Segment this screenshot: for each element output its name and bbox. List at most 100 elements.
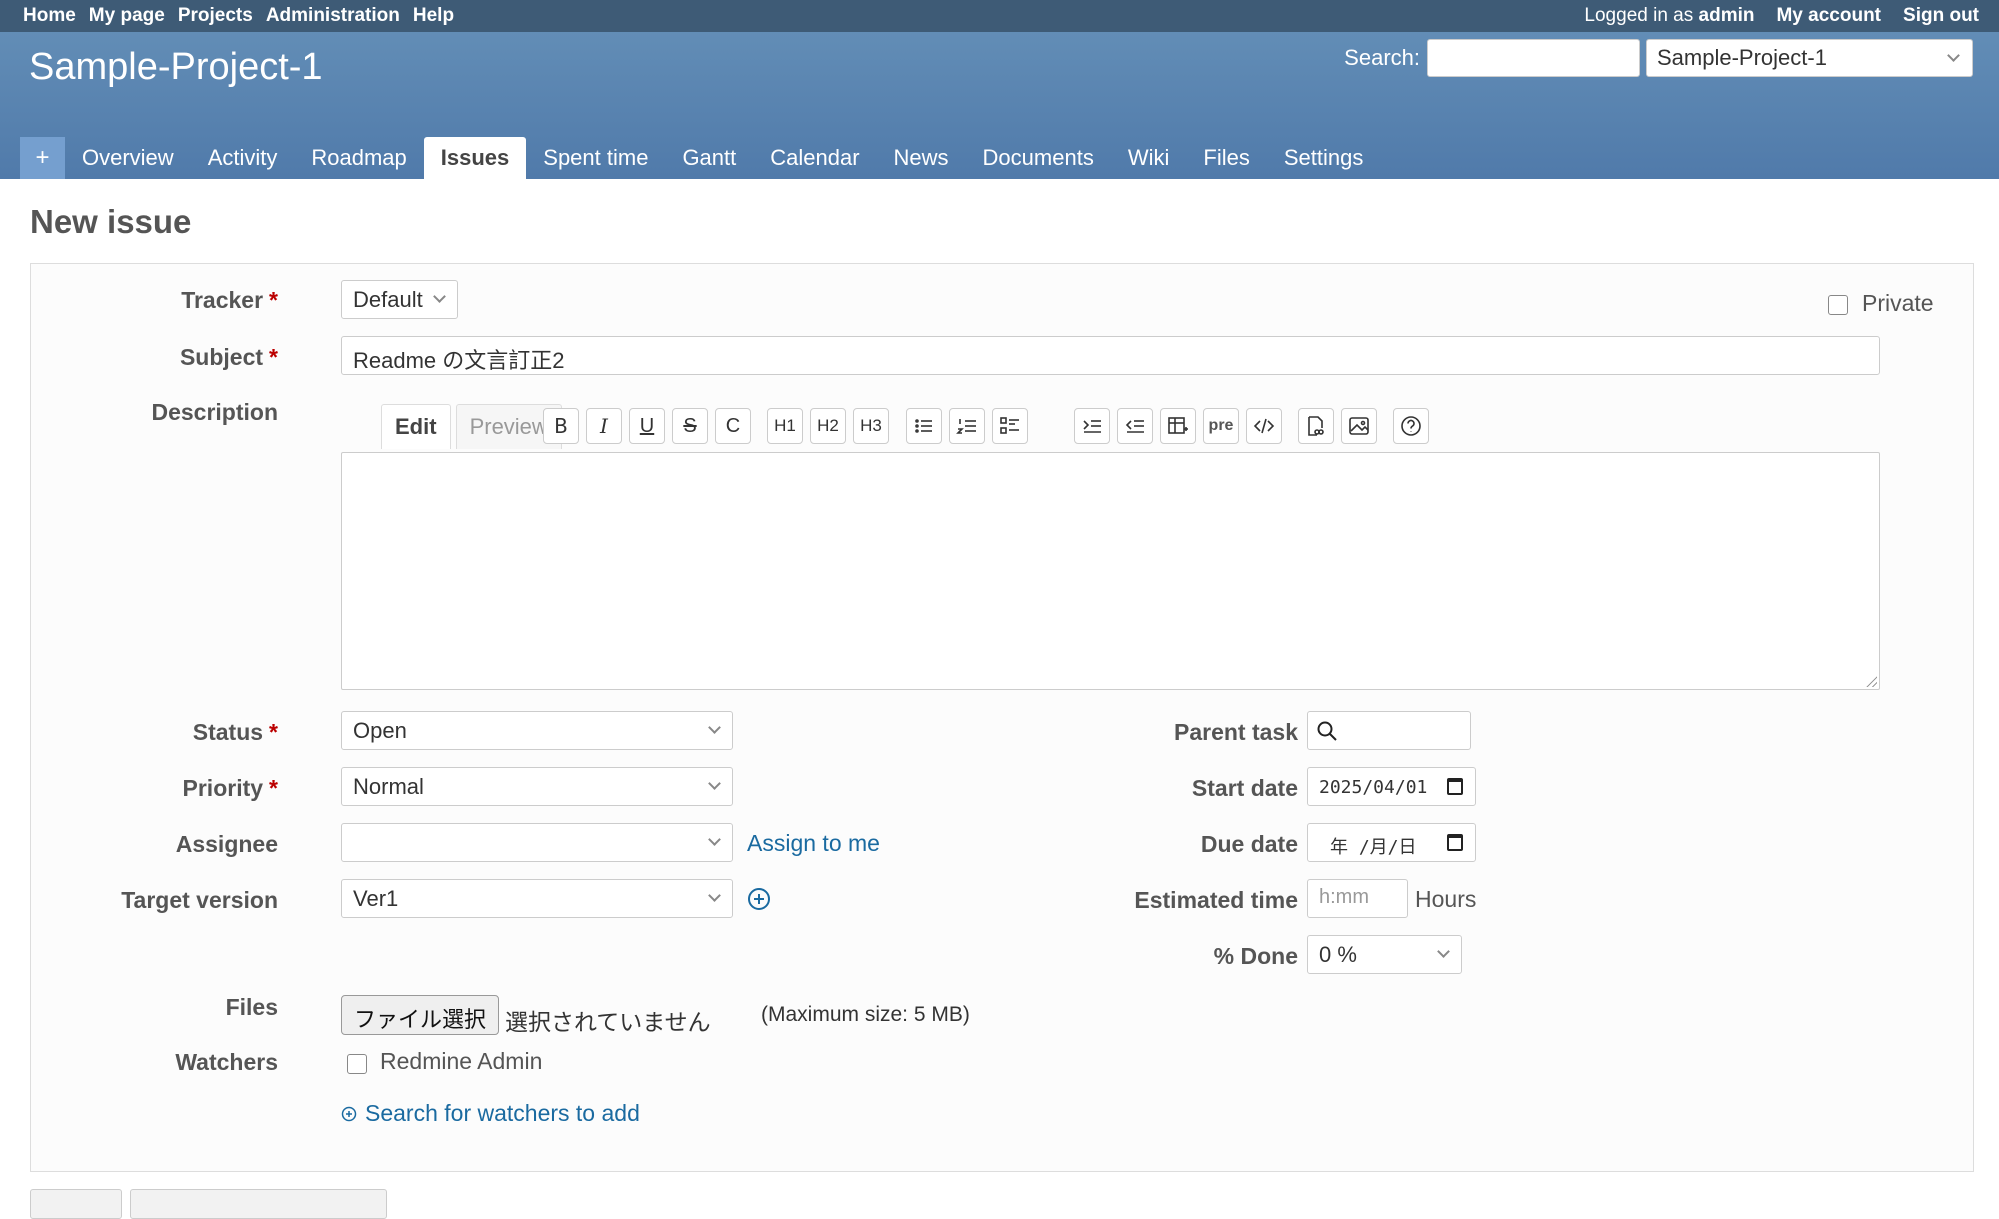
target-version-select[interactable]: Ver1 (341, 879, 733, 918)
outdent-icon[interactable] (1117, 408, 1153, 444)
logged-in-user-link[interactable]: admin (1699, 5, 1755, 26)
indent-icon[interactable] (1074, 408, 1110, 444)
subject-label: Subject * (180, 344, 278, 371)
chevron-down-icon (433, 290, 446, 303)
parent-task-input[interactable] (1307, 711, 1471, 750)
estimated-time-label: Estimated time (1134, 887, 1298, 913)
tab-settings[interactable]: Settings (1267, 137, 1381, 179)
chevron-down-icon (708, 889, 721, 902)
description-textarea[interactable] (341, 452, 1880, 690)
watcher-name: Redmine Admin (380, 1048, 543, 1074)
image-icon[interactable] (1341, 408, 1377, 444)
task-list-svg (1000, 417, 1019, 434)
top-menu-projects[interactable]: Projects (178, 5, 253, 27)
underline-icon[interactable]: U (629, 408, 665, 444)
choose-file-button[interactable]: ファイル選択 (341, 995, 500, 1035)
top-menu-my-page[interactable]: My page (89, 5, 165, 27)
subject-input[interactable]: Readme の文言訂正2 (341, 336, 1880, 375)
project-title[interactable]: Sample-Project-1 (29, 46, 323, 89)
edit-tab[interactable]: Edit (381, 404, 451, 449)
search-watchers-text: Search for watchers to add (365, 1100, 640, 1126)
watcher-checkbox[interactable] (347, 1054, 367, 1074)
status-value: Open (353, 718, 407, 743)
tab-activity[interactable]: Activity (191, 137, 295, 179)
inline-code-icon[interactable]: C (715, 408, 751, 444)
max-size-text: (Maximum size: 5 MB) (761, 1003, 970, 1026)
watchers-label: Watchers (175, 1049, 278, 1075)
tab-files[interactable]: Files (1186, 137, 1266, 179)
search-icon (1317, 721, 1337, 741)
required-mark: * (269, 719, 278, 745)
task-list-icon[interactable] (992, 408, 1028, 444)
priority-label: Priority * (183, 775, 278, 802)
tab-documents[interactable]: Documents (966, 137, 1111, 179)
top-menu-administration[interactable]: Administration (266, 5, 400, 27)
description-label: Description (151, 399, 278, 425)
image-svg (1349, 417, 1369, 435)
top-menu-right: Logged in as admin My account Sign out (1584, 5, 1979, 27)
ordered-list-icon[interactable] (949, 408, 985, 444)
new-object-button[interactable]: + (20, 137, 65, 179)
h1-glyph: H1 (774, 416, 796, 435)
required-mark: * (269, 775, 278, 801)
done-ratio-select[interactable]: 0 % (1307, 935, 1462, 974)
editor-tabs: Edit Preview (381, 404, 562, 449)
preformatted-icon[interactable]: pre (1203, 408, 1239, 444)
priority-select[interactable]: Normal (341, 767, 733, 806)
tracker-value: Default (353, 287, 423, 312)
table-icon[interactable] (1160, 408, 1196, 444)
logged-in-prefix: Logged in as (1584, 5, 1694, 26)
tab-news[interactable]: News (877, 137, 966, 179)
tab-gantt[interactable]: Gantt (665, 137, 753, 179)
bold-icon[interactable]: B (543, 408, 579, 444)
strikethrough-icon[interactable]: S (672, 408, 708, 444)
search-label: Search: (1344, 45, 1420, 70)
tab-calendar[interactable]: Calendar (753, 137, 876, 179)
code-highlight-icon[interactable] (1246, 408, 1282, 444)
due-date-input[interactable]: 年 /月/日 (1307, 823, 1476, 862)
parent-task-label: Parent task (1173, 719, 1298, 745)
add-version-icon[interactable] (747, 887, 771, 911)
help-icon[interactable] (1393, 408, 1429, 444)
tab-overview[interactable]: Overview (65, 137, 191, 179)
create-button[interactable] (30, 1189, 122, 1219)
top-menu-home[interactable]: Home (23, 5, 76, 27)
unordered-list-svg (915, 419, 932, 433)
target-version-label: Target version (121, 887, 278, 913)
wiki-link-icon[interactable] (1298, 408, 1334, 444)
tracker-select[interactable]: Default (341, 280, 458, 319)
assign-to-me-link[interactable]: Assign to me (747, 830, 880, 857)
sign-out-link[interactable]: Sign out (1903, 5, 1979, 27)
search-input[interactable] (1427, 39, 1640, 77)
project-jump-select[interactable]: Sample-Project-1 (1646, 39, 1973, 77)
start-date-input[interactable]: 2025/04/01 (1307, 767, 1476, 806)
create-and-continue-button[interactable] (130, 1189, 387, 1219)
italic-glyph: I (600, 414, 608, 438)
tracker-label-text: Tracker (181, 287, 264, 313)
heading-1-icon[interactable]: H1 (767, 408, 803, 444)
heading-2-icon[interactable]: H2 (810, 408, 846, 444)
heading-3-icon[interactable]: H3 (853, 408, 889, 444)
tab-issues[interactable]: Issues (423, 137, 527, 179)
status-label-text: Status (192, 719, 264, 745)
content: New issue Tracker * Default Private Subje… (0, 179, 1999, 1219)
top-menu-help[interactable]: Help (413, 5, 454, 27)
assignee-select[interactable] (341, 823, 733, 862)
files-label: Files (225, 994, 278, 1020)
tab-spent-time[interactable]: Spent time (526, 137, 665, 179)
calendar-icon[interactable] (1447, 778, 1463, 795)
italic-icon[interactable]: I (586, 408, 622, 444)
private-checkbox[interactable] (1828, 295, 1848, 315)
my-account-link[interactable]: My account (1776, 5, 1881, 27)
status-select[interactable]: Open (341, 711, 733, 750)
done-ratio-value: 0 % (1319, 942, 1357, 967)
logged-in-as: Logged in as admin (1584, 5, 1754, 27)
tab-wiki[interactable]: Wiki (1111, 137, 1187, 179)
resize-handle[interactable] (1865, 675, 1877, 687)
tab-roadmap[interactable]: Roadmap (294, 137, 423, 179)
estimated-time-input[interactable]: h:mm (1307, 879, 1408, 918)
top-menu: Home My page Projects Administration Hel… (0, 0, 1999, 32)
unordered-list-icon[interactable] (906, 408, 942, 444)
calendar-icon[interactable] (1447, 834, 1463, 851)
search-watchers-link[interactable]: Search for watchers to add (341, 1100, 640, 1127)
